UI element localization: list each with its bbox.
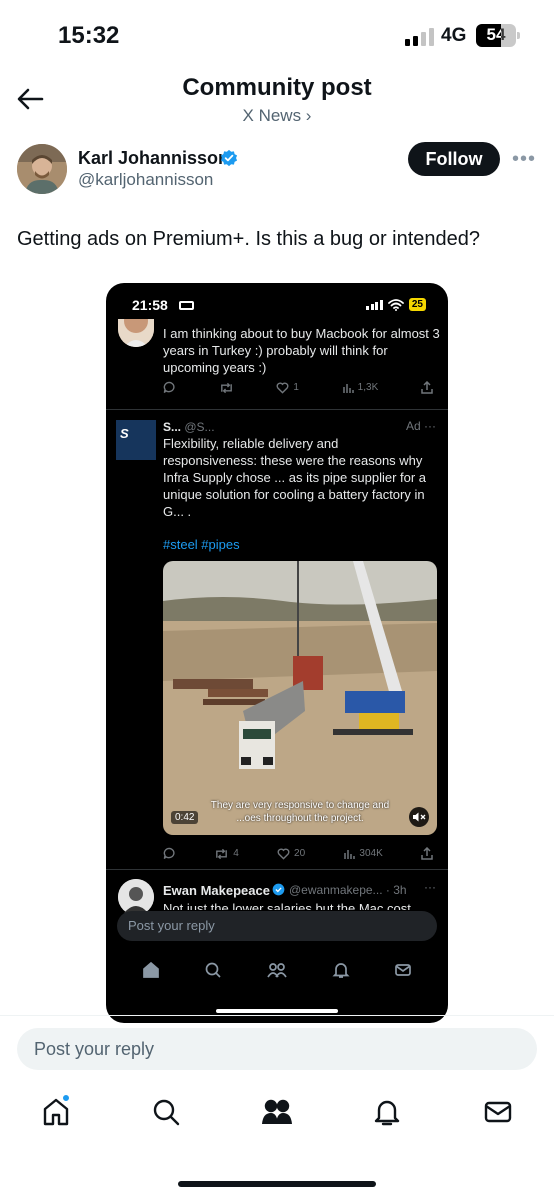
reply-input[interactable]: Post your reply xyxy=(17,1028,537,1070)
ad-text: Flexibility, reliable delivery and respo… xyxy=(163,436,427,519)
wifi-icon xyxy=(387,298,404,311)
avatar[interactable] xyxy=(17,144,67,194)
communities-icon xyxy=(267,963,287,978)
search-icon xyxy=(205,962,221,978)
notifications-icon xyxy=(374,1100,400,1126)
video-thumbnail xyxy=(163,561,437,835)
repost-action[interactable] xyxy=(219,382,234,394)
tab-home[interactable] xyxy=(36,1092,76,1132)
tab-communities[interactable] xyxy=(257,1092,297,1132)
like-action[interactable]: 1 xyxy=(276,381,299,394)
avatar xyxy=(118,319,154,347)
screenshot-signal-icon xyxy=(366,299,383,310)
video-caption: They are very responsive to change and .… xyxy=(210,800,390,824)
author-row: Karl Johannisson @karljohannisson Follow… xyxy=(0,140,554,200)
like-count: 20 xyxy=(294,848,306,859)
tweet-text: Not just the lower salaries but the Mac … xyxy=(163,901,411,910)
battery-level: 54 xyxy=(486,25,506,44)
page-header: Community post X News › xyxy=(0,70,554,130)
repost-action[interactable]: 4 xyxy=(214,848,239,860)
more-options-icon[interactable]: ••• xyxy=(512,148,536,171)
verified-badge-icon xyxy=(220,149,238,167)
battery-icon: 54 xyxy=(476,24,520,47)
notifications-icon xyxy=(332,963,350,978)
more-options-icon[interactable]: ··· xyxy=(424,880,436,894)
views-action[interactable]: 304K xyxy=(343,848,383,860)
reply-action[interactable] xyxy=(163,381,176,394)
communities-icon xyxy=(262,1099,292,1124)
tab-messages[interactable] xyxy=(478,1092,518,1132)
share-action[interactable] xyxy=(421,847,433,860)
like-action[interactable]: 20 xyxy=(277,847,306,860)
author-handle[interactable]: @karljohannisson xyxy=(78,170,213,190)
tab-bar xyxy=(0,1092,554,1142)
post-text: Getting ads on Premium+. Is this a bug o… xyxy=(17,228,481,250)
divider xyxy=(0,1015,554,1016)
repost-count: 4 xyxy=(233,848,239,859)
unread-dot xyxy=(62,1094,70,1102)
divider xyxy=(106,869,448,870)
screenshot-status-time: 21:58 xyxy=(132,297,168,313)
status-bar: 15:32 4G 54 xyxy=(0,0,554,70)
screenshot-reply-field: Post your reply xyxy=(117,911,437,941)
home-icon xyxy=(143,961,159,978)
attached-screenshot[interactable]: 21:58 25 I am thinking about to buy Macb… xyxy=(106,283,448,1023)
tweet-actions: 4 20 304K xyxy=(163,847,433,860)
view-count: 1,3K xyxy=(357,382,379,393)
ad-video[interactable]: They are very responsive to change and .… xyxy=(163,561,437,835)
screenshot-tab-bar xyxy=(106,955,448,985)
video-duration: 0:42 xyxy=(171,811,199,824)
views-action[interactable]: 1,3K xyxy=(342,382,379,394)
share-action[interactable] xyxy=(421,381,433,394)
messages-icon xyxy=(395,964,411,976)
view-count: 304K xyxy=(359,848,383,859)
ad-label: Ad ··· xyxy=(405,419,436,433)
follow-button[interactable]: Follow xyxy=(408,142,500,176)
like-count: 1 xyxy=(293,382,299,393)
home-indicator xyxy=(178,1181,376,1187)
signal-icon xyxy=(405,28,434,46)
community-link[interactable]: X News › xyxy=(0,106,554,126)
page-title: Community post xyxy=(182,74,372,101)
messages-icon xyxy=(484,1101,512,1123)
sleep-mode-icon xyxy=(179,301,194,310)
tab-search[interactable] xyxy=(146,1092,186,1132)
verified-badge-icon xyxy=(272,883,285,896)
avatar[interactable] xyxy=(118,879,154,915)
screenshot-status-icons: 25 xyxy=(366,298,426,311)
screenshot-battery: 25 xyxy=(408,298,426,311)
home-indicator xyxy=(216,1009,338,1013)
status-time: 15:32 xyxy=(58,22,120,49)
tab-notifications[interactable] xyxy=(367,1092,407,1132)
search-icon xyxy=(153,1099,180,1126)
ad-hashtags[interactable]: #steel #pipes xyxy=(163,537,240,552)
tweet-author-name[interactable]: Ewan Makepeace xyxy=(163,883,270,898)
mute-icon[interactable] xyxy=(409,807,429,827)
reply-action[interactable] xyxy=(163,847,176,860)
author-name[interactable]: Karl Johannisson xyxy=(78,148,229,169)
advertiser-logo[interactable]: S xyxy=(116,420,156,460)
advertiser-name[interactable]: S... @S... xyxy=(163,420,215,434)
divider xyxy=(106,409,448,410)
tweet-actions: 1 1,3K xyxy=(163,381,433,394)
tweet-text: I am thinking about to buy Macbook for a… xyxy=(163,326,440,375)
network-type: 4G xyxy=(441,25,467,46)
tweet-author-handle[interactable]: @ewanmakepe... · 3h xyxy=(289,883,407,897)
